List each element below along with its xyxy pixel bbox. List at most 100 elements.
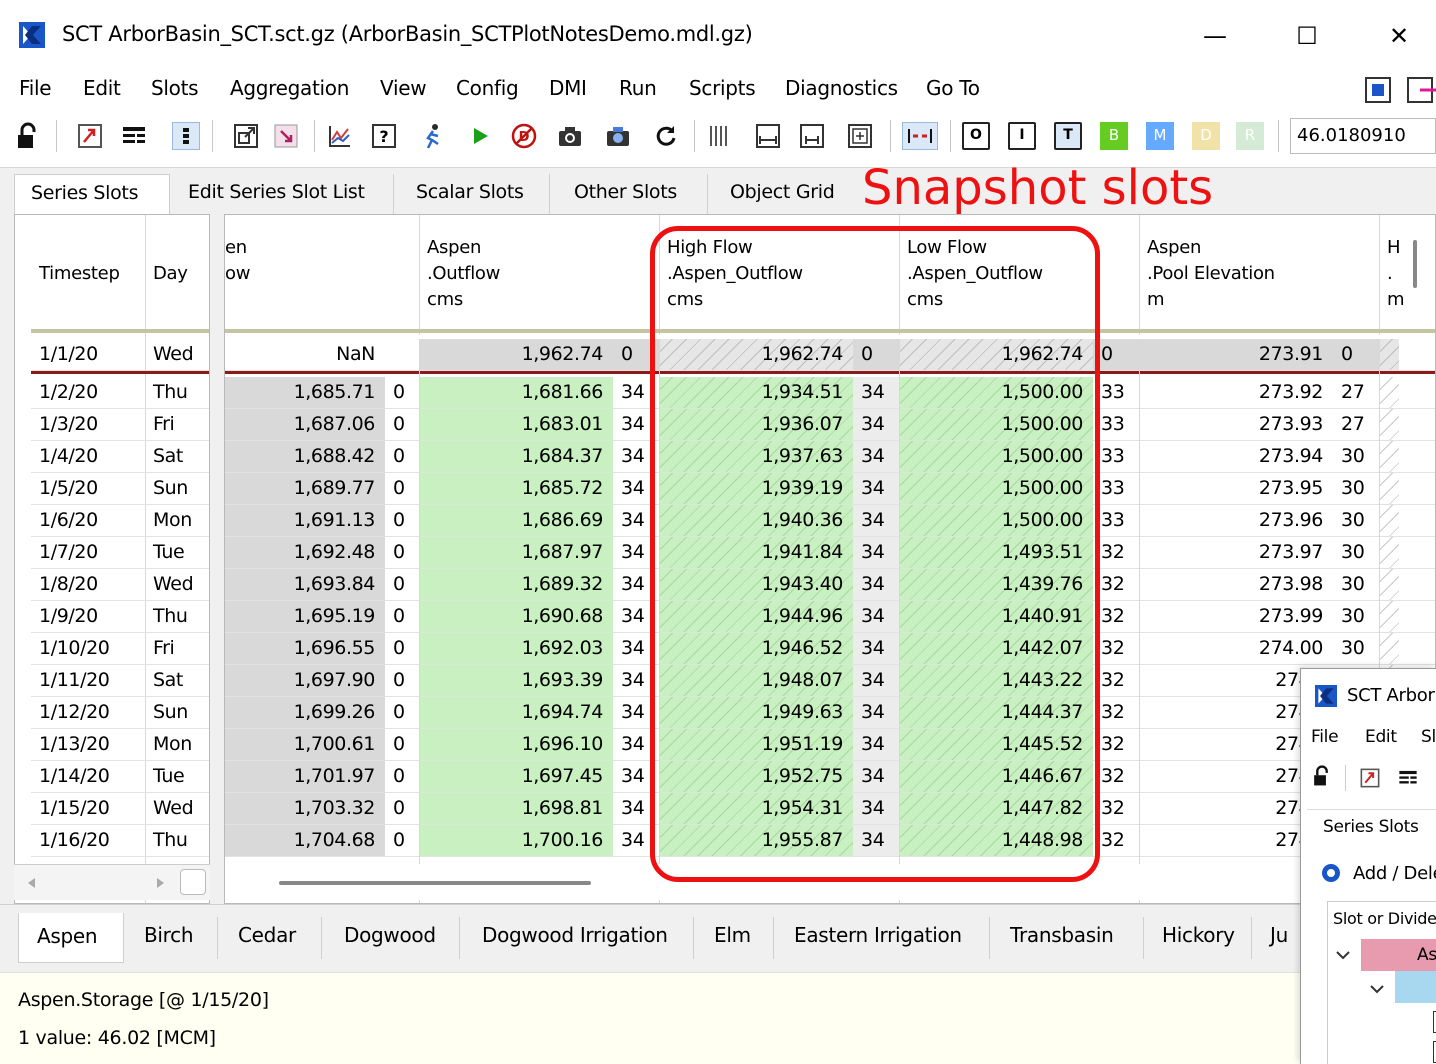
letter-b-button[interactable]: B: [1100, 122, 1128, 150]
flag-cell[interactable]: 33: [1093, 505, 1139, 537]
value-cell[interactable]: 1,703.32: [225, 793, 385, 825]
flag-cell[interactable]: 30: [1333, 537, 1379, 569]
menu-config[interactable]: Config: [456, 76, 519, 100]
minimize-button[interactable]: —: [1190, 16, 1240, 56]
value-cell[interactable]: 1,687.97: [419, 537, 613, 569]
value-cell[interactable]: 273.97: [1139, 537, 1333, 569]
flag-cell[interactable]: 0: [385, 697, 419, 729]
hatch-cell[interactable]: [1379, 633, 1399, 665]
show-flags-button[interactable]: [172, 122, 200, 150]
timestep-cell[interactable]: 1/2/20: [31, 377, 145, 409]
day-cell[interactable]: Thu: [145, 601, 209, 633]
value-cell[interactable]: 1,700.16: [419, 825, 613, 857]
snapshot-value-cell[interactable]: 1,937.63: [659, 441, 853, 473]
letter-i-button[interactable]: I: [1008, 122, 1036, 150]
flag-cell[interactable]: 0: [385, 633, 419, 665]
flag-cell[interactable]: 0: [853, 339, 899, 371]
value-cell[interactable]: 1,696.10: [419, 729, 613, 761]
filter-columns-icon[interactable]: [120, 122, 148, 150]
flag-cell[interactable]: 30: [1333, 473, 1379, 505]
flag-cell[interactable]: 0: [385, 825, 419, 857]
second-menu-edit[interactable]: Edit: [1365, 727, 1397, 747]
value-cell[interactable]: 1,691.13: [225, 505, 385, 537]
value-cell[interactable]: 1,699.26: [225, 697, 385, 729]
day-cell[interactable]: Thu: [145, 377, 209, 409]
open-slot-icon[interactable]: [232, 122, 260, 150]
chevron-down-icon[interactable]: [1333, 945, 1353, 965]
snapshot-value-cell[interactable]: 1,500.00: [899, 505, 1093, 537]
value-cell[interactable]: 1,685.71: [225, 377, 385, 409]
flag-cell[interactable]: 34: [853, 505, 899, 537]
flag-cell[interactable]: [385, 339, 419, 371]
letter-d-button[interactable]: D: [1192, 122, 1220, 150]
flag-cell[interactable]: 34: [853, 473, 899, 505]
value-cell[interactable]: 273.92: [1139, 377, 1333, 409]
flag-cell[interactable]: 32: [1093, 697, 1139, 729]
timestep-cell[interactable]: 1/11/20: [31, 665, 145, 697]
snapshot-value-cell[interactable]: 1,934.51: [659, 377, 853, 409]
tab-transbasin[interactable]: Transbasin: [992, 917, 1144, 959]
day-cell[interactable]: Wed: [145, 793, 209, 825]
snapshot-value-cell[interactable]: 1,444.37: [899, 697, 1093, 729]
flag-cell[interactable]: 34: [853, 377, 899, 409]
value-cell[interactable]: NaN: [225, 339, 385, 371]
snapshot-value-cell[interactable]: 1,439.76: [899, 569, 1093, 601]
flag-cell[interactable]: 34: [853, 761, 899, 793]
second-menu-file[interactable]: File: [1311, 727, 1339, 747]
column-header-partial[interactable]: en ow: [225, 235, 250, 287]
chevron-down-icon[interactable]: [1367, 979, 1387, 999]
flag-cell[interactable]: 34: [613, 793, 659, 825]
menu-go-to[interactable]: Go To: [926, 76, 980, 100]
flag-cell[interactable]: 34: [613, 569, 659, 601]
sync-slots-icon[interactable]: [1359, 767, 1381, 789]
flag-cell[interactable]: 0: [385, 441, 419, 473]
slot-info-icon[interactable]: ?: [370, 122, 398, 150]
letter-o-button[interactable]: O: [962, 122, 990, 150]
snapshot-camera-icon[interactable]: [556, 122, 584, 150]
tab-eastern-irrigation[interactable]: Eastern Irrigation: [776, 917, 990, 959]
day-cell[interactable]: Tue: [145, 761, 209, 793]
flag-cell[interactable]: 32: [1093, 633, 1139, 665]
tab-object-grid[interactable]: Object Grid: [714, 174, 860, 214]
filter-columns-icon[interactable]: [1397, 767, 1419, 789]
flag-cell[interactable]: 34: [853, 729, 899, 761]
day-cell[interactable]: Sat: [145, 441, 209, 473]
left-horizontal-scrollbar[interactable]: [14, 864, 210, 900]
value-cell[interactable]: 1,700.61: [225, 729, 385, 761]
flag-cell[interactable]: 30: [1333, 633, 1379, 665]
column-header-aspen-outflow[interactable]: Aspen .Outflow cms: [427, 235, 500, 313]
value-cell[interactable]: 1,962.74: [419, 339, 613, 371]
flag-cell[interactable]: 0: [385, 729, 419, 761]
flag-cell[interactable]: 0: [385, 377, 419, 409]
run-start-icon[interactable]: [466, 122, 494, 150]
value-cell[interactable]: 1,694.74: [419, 697, 613, 729]
flag-cell[interactable]: 30: [1333, 441, 1379, 473]
sync-slots-icon[interactable]: [76, 122, 104, 150]
snapshot-value-cell[interactable]: 1,940.36: [659, 505, 853, 537]
flag-cell[interactable]: 34: [853, 793, 899, 825]
day-cell[interactable]: Thu: [145, 825, 209, 857]
flag-cell[interactable]: 32: [1093, 537, 1139, 569]
day-cell[interactable]: Sat: [145, 665, 209, 697]
timestep-cell[interactable]: 1/3/20: [31, 409, 145, 441]
flag-cell[interactable]: 30: [1333, 569, 1379, 601]
timestep-cell[interactable]: 1/6/20: [31, 505, 145, 537]
flag-cell[interactable]: 0: [385, 505, 419, 537]
second-tab-series-slots[interactable]: Series Slots: [1323, 817, 1419, 837]
value-cell[interactable]: 1,693.84: [225, 569, 385, 601]
vertical-scrollbar[interactable]: [1413, 240, 1417, 288]
dock-window-icon[interactable]: [1406, 76, 1436, 104]
menu-slots[interactable]: Slots: [151, 76, 199, 100]
stop-run-icon[interactable]: D: [510, 122, 538, 150]
tab-cedar[interactable]: Cedar: [220, 917, 322, 959]
flag-cell[interactable]: 32: [1093, 761, 1139, 793]
flag-cell[interactable]: 34: [613, 537, 659, 569]
flag-cell[interactable]: 32: [1093, 601, 1139, 633]
snapshot-value-cell[interactable]: 1,447.82: [899, 793, 1093, 825]
flag-cell[interactable]: 34: [853, 633, 899, 665]
grid-horizontal-scrollbar[interactable]: [225, 864, 1435, 900]
maximize-button[interactable]: ☐: [1282, 16, 1332, 56]
flag-cell[interactable]: 30: [1333, 505, 1379, 537]
timestep-header[interactable]: Timestep: [39, 261, 120, 287]
hatch-cell[interactable]: [1379, 377, 1399, 409]
